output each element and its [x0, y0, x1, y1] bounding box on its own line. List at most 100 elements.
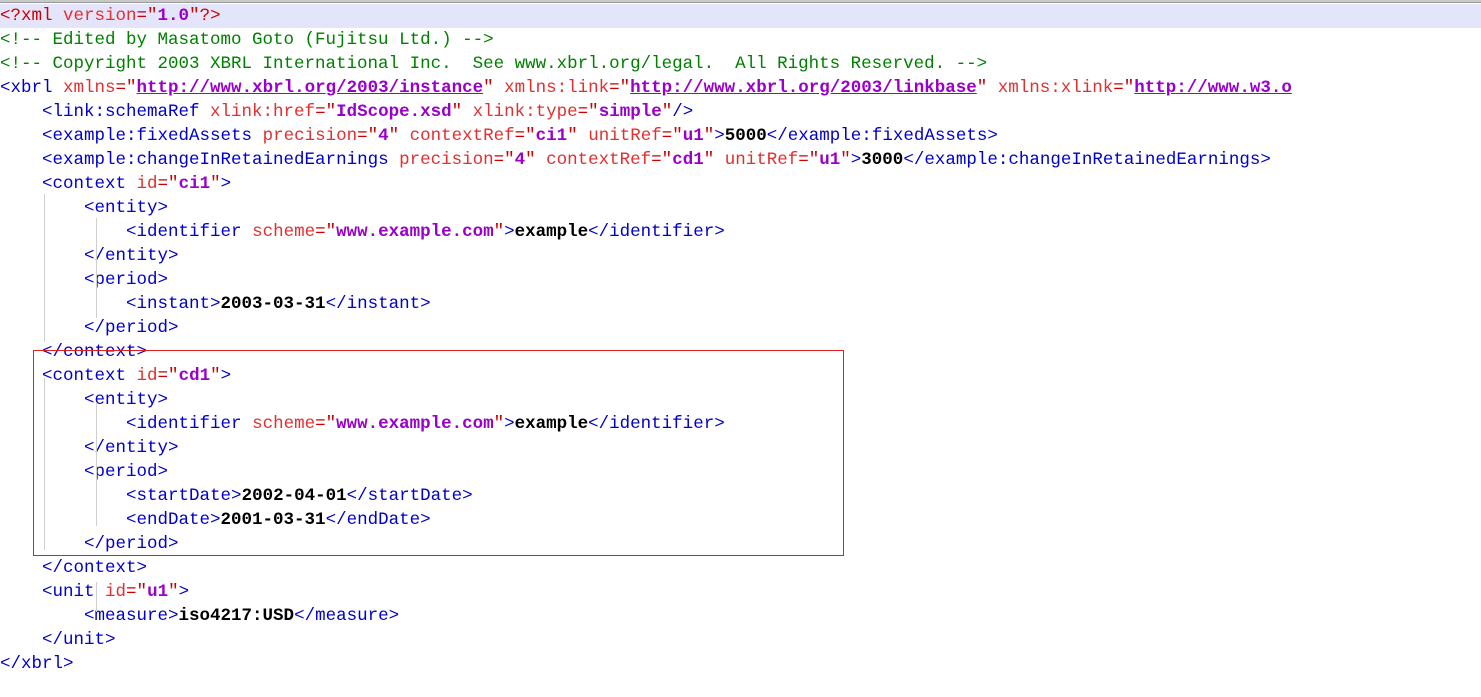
token-tag: <instant> — [126, 294, 221, 314]
code-line-list[interactable]: <?xml version="1.0"?> <!-- Edited by Masa… — [0, 4, 1481, 676]
code-line[interactable]: </period> — [0, 532, 1481, 556]
window-top-edge-rule — [0, 0, 1481, 3]
token-text: 3000 — [861, 150, 904, 170]
token-tag: > — [220, 174, 232, 194]
code-line[interactable]: <identifier scheme="www.example.com">exa… — [0, 412, 1481, 436]
token-punc: " — [703, 126, 715, 146]
token-punc: " — [493, 222, 505, 242]
token-val: www.example.com — [336, 222, 494, 242]
token-tag: </context> — [42, 558, 148, 578]
token-pi: "?> — [189, 6, 221, 26]
token-val: 4 — [378, 126, 389, 146]
token-tag: <identifier — [126, 414, 253, 434]
token-tag: </startDate> — [346, 486, 473, 506]
token-punc: =" — [157, 366, 179, 386]
code-line[interactable]: <context id="ci1"> — [0, 172, 1481, 196]
token-tag: <entity> — [84, 198, 169, 218]
token-punc: " — [210, 174, 221, 194]
token-punc: " — [210, 366, 221, 386]
token-tag: </measure> — [294, 606, 400, 626]
code-line[interactable]: <startDate>2002-04-01</startDate> — [0, 484, 1481, 508]
indent-guide — [96, 582, 97, 612]
code-line[interactable]: </context> — [0, 340, 1481, 364]
token-comment: <!-- Copyright 2003 XBRL International I… — [0, 54, 988, 74]
code-line[interactable]: </entity> — [0, 244, 1481, 268]
code-line[interactable]: <entity> — [0, 196, 1481, 220]
token-punc: " — [661, 102, 673, 122]
token-val: simple — [598, 102, 662, 122]
token-punc: " — [483, 78, 505, 98]
code-line[interactable]: <example:fixedAssets precision="4" conte… — [0, 124, 1481, 148]
token-attr: id — [105, 582, 127, 602]
token-val: 1.0 — [157, 6, 190, 26]
code-line[interactable]: <measure>iso4217:USD</measure> — [0, 604, 1481, 628]
token-attr: xmlns:xlink — [997, 78, 1114, 98]
code-line[interactable]: <link:schemaRef xlink:href="IdScope.xsd"… — [0, 100, 1481, 124]
token-link[interactable]: http://www.w3.o — [1134, 78, 1292, 98]
token-punc: =" — [315, 414, 337, 434]
token-tag: <xbrl — [0, 78, 64, 98]
token-attr: scheme — [252, 414, 316, 434]
indent-guide — [44, 378, 45, 550]
token-punc: =" — [126, 582, 148, 602]
code-line[interactable]: <instant>2003-03-31</instant> — [0, 292, 1481, 316]
token-punc: =" — [157, 174, 179, 194]
token-val: cd1 — [672, 150, 704, 170]
code-line[interactable]: </entity> — [0, 436, 1481, 460]
token-tag: </identifier> — [588, 414, 725, 434]
token-tag: </entity> — [84, 246, 179, 266]
code-line[interactable]: <entity> — [0, 388, 1481, 412]
token-punc: " — [976, 78, 998, 98]
code-line[interactable]: </unit> — [0, 628, 1481, 652]
code-line[interactable]: <period> — [0, 460, 1481, 484]
code-line[interactable]: </period> — [0, 316, 1481, 340]
token-tag: <example:fixedAssets — [42, 126, 263, 146]
code-line[interactable]: <identifier scheme="www.example.com">exa… — [0, 220, 1481, 244]
xml-source-view[interactable]: <?xml version="1.0"?> <!-- Edited by Masa… — [0, 4, 1481, 697]
token-tag: <startDate> — [126, 486, 242, 506]
token-link[interactable]: http://www.xbrl.org/2003/linkbase — [630, 78, 977, 98]
token-attr: contextRef — [409, 126, 515, 146]
token-punc: " — [168, 582, 179, 602]
code-line[interactable]: <xbrl xmlns="http://www.xbrl.org/2003/in… — [0, 76, 1481, 100]
code-line[interactable]: <!-- Edited by Masatomo Goto (Fujitsu Lt… — [0, 28, 1481, 52]
token-punc: =" — [493, 150, 515, 170]
token-tag: > — [714, 126, 725, 146]
token-text: 2003-03-31 — [220, 294, 326, 314]
token-tag: </period> — [84, 318, 179, 338]
token-punc: " — [493, 414, 505, 434]
token-punc: =" — [661, 126, 683, 146]
code-line[interactable]: <period> — [0, 268, 1481, 292]
token-punc: =" — [514, 126, 536, 146]
token-val: ci1 — [178, 174, 211, 194]
token-val: u1 — [819, 150, 841, 170]
token-val: cd1 — [178, 366, 211, 386]
code-line[interactable]: </context> — [0, 556, 1481, 580]
token-tag: > — [504, 222, 515, 242]
code-line[interactable]: </xbrl> — [0, 652, 1481, 676]
token-text: example — [514, 414, 589, 434]
token-tag: </example:fixedAssets> — [766, 126, 998, 146]
code-line[interactable]: <context id="cd1"> — [0, 364, 1481, 388]
code-line[interactable]: <example:changeInRetainedEarnings precis… — [0, 148, 1481, 172]
token-text: 5000 — [724, 126, 767, 146]
code-line[interactable]: <?xml version="1.0"?> — [0, 4, 1481, 28]
token-link[interactable]: http://www.xbrl.org/2003/instance — [137, 78, 484, 98]
token-attr: xlink:type — [472, 102, 578, 122]
code-line[interactable]: <endDate>2001-03-31</endDate> — [0, 508, 1481, 532]
code-line[interactable]: <unit id="u1"> — [0, 580, 1481, 604]
code-line[interactable]: <!-- Copyright 2003 XBRL International I… — [0, 52, 1481, 76]
token-text: example — [514, 222, 589, 242]
token-text: 2001-03-31 — [220, 510, 326, 530]
token-val: IdScope.xsd — [336, 102, 452, 122]
